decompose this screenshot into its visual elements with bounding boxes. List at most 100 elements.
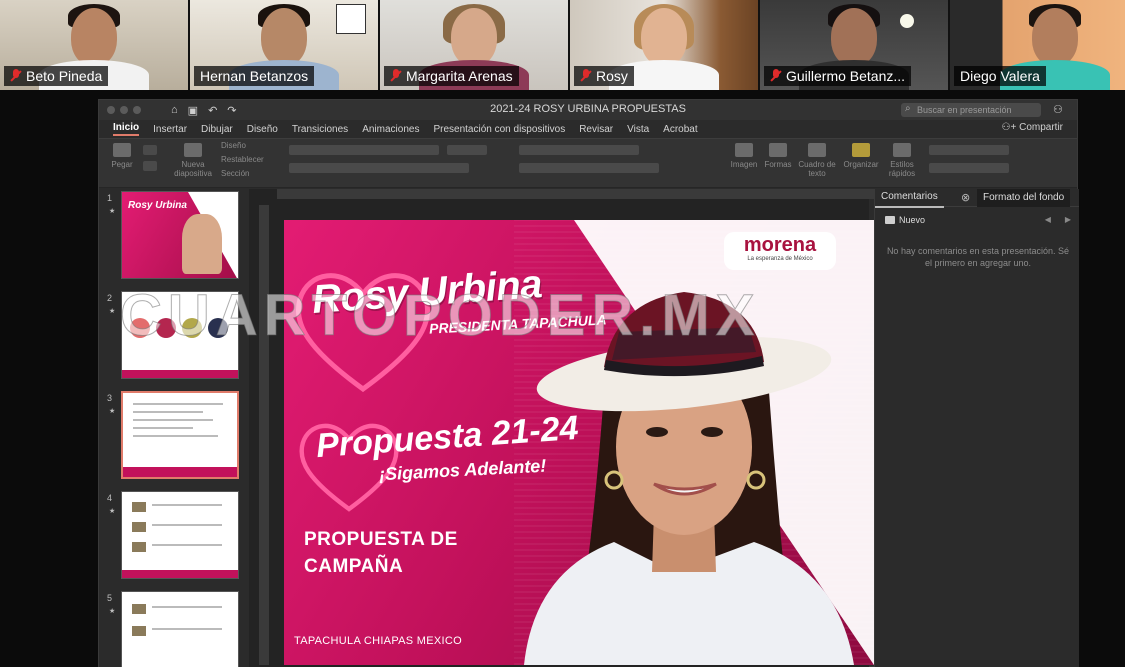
new-comment-button[interactable]: Nuevo <box>885 215 925 225</box>
paste-label: Pegar <box>111 160 133 169</box>
ribbon-toolbar: Pegar Nueva diapositiva Diseño Restablec… <box>99 138 1077 188</box>
shapes-icon <box>769 143 787 157</box>
tab-transiciones[interactable]: Transiciones <box>292 124 348 135</box>
mic-muted-icon <box>770 69 782 83</box>
participant-name: Rosy <box>596 68 628 84</box>
close-icon[interactable]: ⊗ <box>961 191 970 204</box>
next-comment-icon[interactable]: ▶ <box>1065 215 1071 224</box>
participant-tile-active-speaker[interactable]: Hernan Betanzos <box>190 0 378 90</box>
shape-outline-row[interactable] <box>929 163 1009 173</box>
paragraph-row[interactable] <box>519 145 639 155</box>
slide-thumbnail[interactable]: 1 ★ Rosy Urbina <box>103 191 245 283</box>
party-logo: morena La esperanza de México <box>724 232 836 270</box>
tab-dibujar[interactable]: Dibujar <box>201 124 233 135</box>
share-label: Compartir <box>1019 122 1063 133</box>
new-slide-button[interactable]: Nueva diapositiva <box>169 143 217 178</box>
quick-styles-label: Estilos rápidos <box>888 160 916 178</box>
alignment-row[interactable] <box>519 163 659 173</box>
layout-button[interactable]: Diseño <box>221 141 273 150</box>
tab-animaciones[interactable]: Animaciones <box>362 124 419 135</box>
participant-name: Guillermo Betanz... <box>786 68 906 84</box>
horizontal-ruler <box>277 189 877 199</box>
thumb-title: Rosy Urbina <box>128 200 187 211</box>
reset-button[interactable]: Restablecer <box>221 155 273 164</box>
image-button[interactable]: Imagen <box>729 143 759 169</box>
slide-thumbnail[interactable]: 2 ★ <box>103 291 245 383</box>
participant-name-tag: Margarita Arenas <box>384 66 519 86</box>
campaign-line-1: PROPUESTA DE <box>304 529 458 550</box>
participant-tile[interactable]: Margarita Arenas <box>380 0 568 90</box>
share-button[interactable]: ⚇+ Compartir <box>1002 122 1064 133</box>
textbox-button[interactable]: Cuadro de texto <box>797 143 837 178</box>
font-format-row[interactable] <box>289 163 469 173</box>
campaign-line-2: CAMPAÑA <box>304 556 404 577</box>
slide-preview <box>121 591 239 667</box>
image-icon <box>735 143 753 157</box>
slide-preview: Rosy Urbina <box>121 191 239 279</box>
tab-inicio[interactable]: Inicio <box>113 122 140 136</box>
participant-name: Beto Pineda <box>26 68 103 84</box>
slide-number: 2 <box>107 293 113 303</box>
tab-vista[interactable]: Vista <box>627 124 649 135</box>
tab-formato-fondo[interactable]: Formato del fondo <box>977 189 1071 207</box>
slide-number: 5 <box>107 593 113 603</box>
campaign-heading: PROPUESTA DE CAMPAÑA <box>304 526 458 580</box>
new-slide-label: Nueva diapositiva <box>174 160 212 178</box>
tab-insertar[interactable]: Insertar <box>153 124 187 135</box>
participant-tile[interactable]: Guillermo Betanz... <box>760 0 948 90</box>
comments-pane: Comentarios ⊗ Formato del fondo Nuevo ◀ … <box>874 189 1079 667</box>
new-slide-icon <box>184 143 202 157</box>
tab-diseno[interactable]: Diseño <box>247 124 278 135</box>
participant-name-tag: Guillermo Betanz... <box>764 66 912 86</box>
slide-thumbnail-pane: 1 ★ Rosy Urbina 2 ★ 3 ★ 4 ★ 5 ★ <box>99 189 249 667</box>
participant-name: Hernan Betanzos <box>200 68 309 84</box>
arrange-button[interactable]: Organizar <box>841 143 881 169</box>
paste-icon <box>113 143 131 157</box>
slide-preview <box>121 391 239 479</box>
slide-thumbnail[interactable]: 4 ★ <box>103 491 245 583</box>
wall-logo <box>336 4 366 34</box>
slide-number: 1 <box>107 193 113 203</box>
ribbon-tabs: Inicio Insertar Dibujar Diseño Transicio… <box>99 120 1077 138</box>
party-tagline: La esperanza de México <box>747 256 813 262</box>
slide-thumbnail[interactable]: 5 ★ <box>103 591 245 667</box>
textbox-icon <box>808 143 826 157</box>
font-size-field[interactable] <box>447 145 487 155</box>
participant-name-tag: Rosy <box>574 66 634 86</box>
participant-tile[interactable]: Beto Pineda <box>0 0 188 90</box>
shape-fill-row[interactable] <box>929 145 1009 155</box>
participant-tile[interactable]: Rosy <box>570 0 758 90</box>
tab-presentacion[interactable]: Presentación con dispositivos <box>433 124 565 135</box>
account-icon[interactable]: ⚇ <box>1053 103 1067 117</box>
tab-acrobat[interactable]: Acrobat <box>663 124 697 135</box>
layout-label: Diseño <box>221 141 246 150</box>
reset-label: Restablecer <box>221 155 264 164</box>
mic-muted-icon <box>580 69 592 83</box>
candidate-portrait <box>494 272 874 665</box>
tab-comentarios[interactable]: Comentarios <box>875 188 944 208</box>
slide-thumbnail-selected[interactable]: 3 ★ <box>103 391 245 483</box>
participant-name: Margarita Arenas <box>406 68 513 84</box>
party-logo-text: morena <box>743 234 817 256</box>
textbox-label: Cuadro de texto <box>798 160 836 178</box>
comment-icon <box>885 216 895 224</box>
previous-comment-icon[interactable]: ◀ <box>1045 215 1051 224</box>
paste-button[interactable]: Pegar <box>107 143 137 169</box>
thumb-portrait <box>182 214 222 274</box>
slide-number: 4 <box>107 493 113 503</box>
section-button[interactable]: Sección <box>221 169 273 178</box>
powerpoint-window: ⌂ ▣ ↶ ↷ 2021-24 ROSY URBINA PROPUESTAS B… <box>98 99 1079 667</box>
font-name-field[interactable] <box>289 145 439 155</box>
star-icon: ★ <box>109 608 116 615</box>
slide-preview <box>121 291 239 379</box>
search-input[interactable]: Buscar en presentación <box>901 102 1041 117</box>
mic-muted-icon <box>390 69 402 83</box>
current-slide[interactable]: morena La esperanza de México Rosy Urbin… <box>284 220 874 665</box>
participant-name: Diego Valera <box>960 68 1040 84</box>
participant-tile[interactable]: Diego Valera <box>950 0 1125 90</box>
tab-revisar[interactable]: Revisar <box>579 124 613 135</box>
shapes-button[interactable]: Formas <box>763 143 793 169</box>
quick-styles-button[interactable]: Estilos rápidos <box>885 143 919 178</box>
slide-preview <box>121 491 239 579</box>
participant-name-tag: Hernan Betanzos <box>194 66 315 86</box>
